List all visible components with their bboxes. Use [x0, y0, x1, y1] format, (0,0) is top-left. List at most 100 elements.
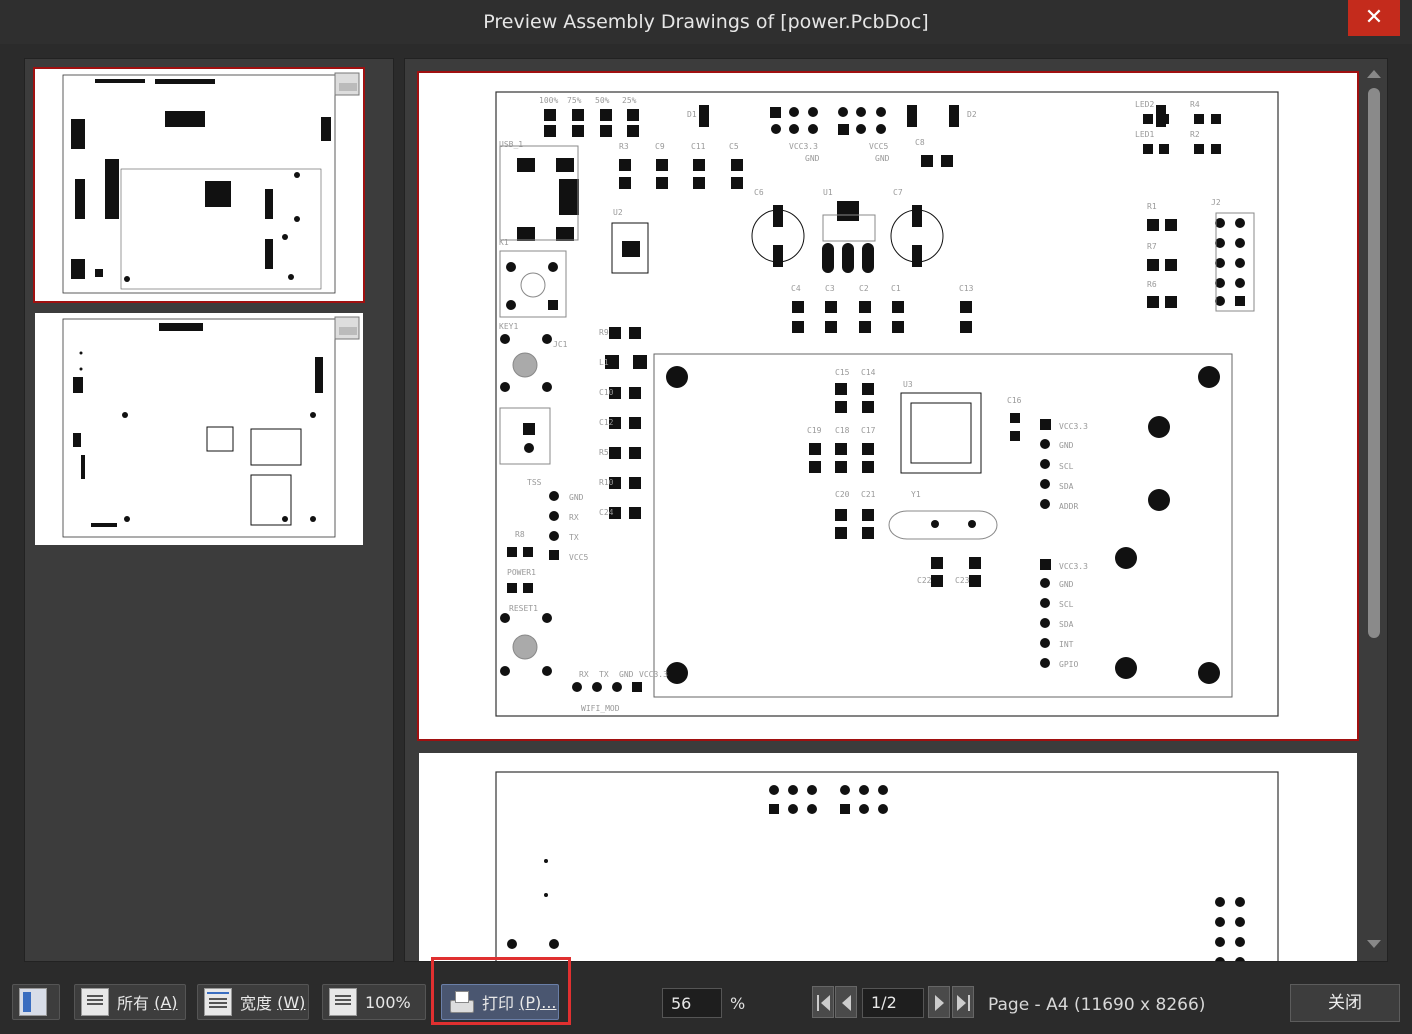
- page-number-field[interactable]: 1/2: [862, 988, 924, 1018]
- zoom-unit: %: [730, 994, 746, 1013]
- silkscreen-label: R8: [515, 530, 525, 539]
- fit-width-key: (W): [277, 992, 306, 1012]
- silkscreen-label: GND: [875, 154, 890, 163]
- last-page-icon[interactable]: [952, 986, 974, 1018]
- silkscreen-label: SDA: [1059, 482, 1074, 491]
- silkscreen-label: SDA: [1059, 620, 1074, 629]
- silkscreen-label: INT: [1059, 640, 1074, 649]
- silkscreen-label: R6: [1147, 280, 1157, 289]
- scrollbar-thumb[interactable]: [1368, 88, 1380, 638]
- silkscreen-label: C8: [915, 138, 925, 147]
- silkscreen-label: C9: [655, 142, 665, 151]
- title-bar: Preview Assembly Drawings of [power.PcbD…: [0, 0, 1412, 44]
- panel-icon: [19, 988, 47, 1016]
- silkscreen-label: POWER1: [507, 568, 536, 577]
- close-window-icon[interactable]: ✕: [1348, 0, 1400, 36]
- silkscreen-label: C10: [599, 388, 614, 397]
- silkscreen-label: C15: [835, 368, 850, 377]
- preview-page-2[interactable]: [419, 753, 1357, 961]
- silkscreen-label: KEY1: [499, 322, 518, 331]
- printer-icon: [448, 989, 474, 1015]
- silkscreen-label: C24: [599, 508, 614, 517]
- silkscreen-label: VCC5: [569, 553, 588, 562]
- silkscreen-label: J2: [1211, 198, 1221, 207]
- silkscreen-label: R3: [619, 142, 629, 151]
- zoom-input[interactable]: [662, 988, 722, 1018]
- zoom-100-button[interactable]: 100%: [322, 984, 426, 1020]
- silkscreen-label: ADDR: [1059, 502, 1078, 511]
- silkscreen-label: C21: [861, 490, 876, 499]
- print-button[interactable]: 打印 (P)...: [441, 984, 559, 1020]
- silkscreen-label: GND: [805, 154, 820, 163]
- silkscreen-label: C1: [891, 284, 901, 293]
- fit-width-button[interactable]: 宽度 (W): [197, 984, 309, 1020]
- thumbnail-page-2[interactable]: [35, 313, 363, 545]
- silkscreen-label: LED1: [1135, 130, 1154, 139]
- thumbnail-print-icon: [334, 72, 360, 96]
- close-button[interactable]: 关闭: [1290, 984, 1400, 1022]
- silkscreen-label: C19: [807, 426, 822, 435]
- silkscreen-label: C11: [691, 142, 706, 151]
- silkscreen-label: C6: [754, 188, 764, 197]
- preview-area[interactable]: 100% 75% 50% 25% D1 VCC3.3 GND VCC5 GND D2 LED2 LED…: [404, 58, 1388, 962]
- silkscreen-label: 50%: [595, 96, 610, 105]
- silkscreen-label: RESET1: [509, 604, 538, 613]
- first-page-icon[interactable]: [812, 986, 834, 1018]
- page-size-info: Page - A4 (11690 x 8266): [988, 995, 1206, 1015]
- silkscreen-label: C14: [861, 368, 876, 377]
- window-title: Preview Assembly Drawings of [power.PcbD…: [483, 11, 929, 33]
- silkscreen-label: 25%: [622, 96, 637, 105]
- scroll-up-arrow-icon[interactable]: [1367, 70, 1381, 78]
- silkscreen-label: VCC3.3: [1059, 562, 1088, 571]
- fit-all-label: 所有: [117, 994, 150, 1013]
- silkscreen-label: R7: [1147, 242, 1157, 251]
- silkscreen-label: Y1: [911, 490, 921, 499]
- silkscreen-label: GND: [1059, 441, 1074, 450]
- vertical-scrollbar[interactable]: [1364, 60, 1384, 958]
- silkscreen-label: R5: [599, 448, 609, 457]
- fit-width-label: 宽度: [240, 994, 273, 1013]
- preview-page-1[interactable]: 100% 75% 50% 25% D1 VCC3.3 GND VCC5 GND D2 LED2 LED…: [417, 71, 1359, 741]
- silkscreen-label: 100%: [539, 96, 558, 105]
- silkscreen-label: U2: [613, 208, 623, 217]
- silkscreen-label: C2: [859, 284, 869, 293]
- silkscreen-label: TX: [599, 670, 609, 679]
- silkscreen-label: VCC3.3: [639, 670, 668, 679]
- fit-all-key: (A): [154, 992, 178, 1012]
- silkscreen-label: TSS: [527, 478, 542, 487]
- silkscreen-label: RX: [579, 670, 589, 679]
- silkscreen-label: C20: [835, 490, 850, 499]
- silkscreen-label: TX: [569, 533, 579, 542]
- silkscreen-label: D2: [967, 110, 977, 119]
- silkscreen-label: D1: [687, 110, 697, 119]
- silkscreen-label: 75%: [567, 96, 582, 105]
- silkscreen-label: R10: [599, 478, 614, 487]
- previous-page-icon[interactable]: [835, 986, 857, 1018]
- silkscreen-label: JC1: [553, 340, 568, 349]
- zoom-100-label: 100%: [365, 992, 411, 1012]
- fit-all-button[interactable]: 所有 (A): [74, 984, 186, 1020]
- fit-width-icon: [204, 988, 232, 1016]
- silkscreen-label: C5: [729, 142, 739, 151]
- toggle-thumbnails-button[interactable]: [12, 984, 60, 1020]
- silkscreen-label: R1: [1147, 202, 1157, 211]
- silkscreen-label: C4: [791, 284, 801, 293]
- silkscreen-label: C17: [861, 426, 876, 435]
- silkscreen-label: WIFI_MOD: [581, 704, 620, 713]
- assembly-drawing-top: 100% 75% 50% 25% D1 VCC3.3 GND VCC5 GND D2 LED2 LED…: [495, 91, 1279, 717]
- silkscreen-label: C7: [893, 188, 903, 197]
- silkscreen-label: C13: [959, 284, 974, 293]
- actual-size-icon: [329, 988, 357, 1016]
- silkscreen-label: C16: [1007, 396, 1022, 405]
- silkscreen-label: C12: [599, 418, 614, 427]
- silkscreen-label: C22: [917, 576, 932, 585]
- next-page-icon[interactable]: [928, 986, 950, 1018]
- silkscreen-label: USB_1: [499, 140, 523, 149]
- thumbnail-panel[interactable]: [24, 58, 394, 962]
- scroll-down-arrow-icon[interactable]: [1367, 940, 1381, 948]
- thumbnail-page-1[interactable]: [33, 67, 365, 303]
- silkscreen-label: GND: [569, 493, 584, 502]
- assembly-drawing-bottom: [495, 771, 1279, 961]
- silkscreen-label: RX: [569, 513, 579, 522]
- silkscreen-label: VCC5: [869, 142, 888, 151]
